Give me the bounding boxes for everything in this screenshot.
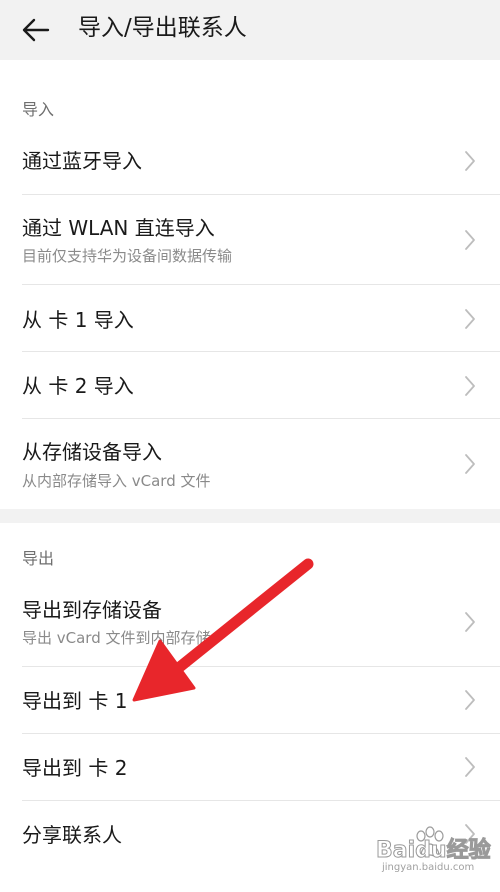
export-sim1-item[interactable]: 导出到 卡 1 xyxy=(0,667,500,733)
item-subtitle: 导出 vCard 文件到内部存储 xyxy=(22,629,211,647)
item-subtitle: 目前仅支持华为设备间数据传输 xyxy=(22,247,233,265)
item-subtitle: 从内部存储导入 vCard 文件 xyxy=(22,472,211,490)
back-button[interactable] xyxy=(18,12,54,48)
watermark-text: Baidu经验 xyxy=(376,838,492,864)
item-title: 分享联系人 xyxy=(22,823,122,847)
item-title: 通过蓝牙导入 xyxy=(22,149,142,173)
item-title: 从 卡 2 导入 xyxy=(22,374,134,398)
export-section-heading: 导出 xyxy=(22,549,55,568)
export-storage-item[interactable]: 导出到存储设备 导出 vCard 文件到内部存储 xyxy=(0,577,500,666)
chevron-right-icon xyxy=(465,612,475,632)
chevron-right-icon xyxy=(465,757,475,777)
item-title: 导出到 卡 2 xyxy=(22,756,128,780)
watermark-url: jingyan.baidu.com xyxy=(382,862,475,873)
item-title: 导出到 卡 1 xyxy=(22,689,128,713)
item-title: 通过 WLAN 直连导入 xyxy=(22,216,215,240)
app-header: 导入/导出联系人 xyxy=(0,0,500,60)
import-storage-item[interactable]: 从存储设备导入 从内部存储导入 vCard 文件 xyxy=(0,419,500,509)
chevron-right-icon xyxy=(465,151,475,171)
export-sim2-item[interactable]: 导出到 卡 2 xyxy=(0,734,500,800)
page-title: 导入/导出联系人 xyxy=(78,15,247,41)
item-title: 从 卡 1 导入 xyxy=(22,308,134,332)
baidu-watermark: Baidu经验 jingyan.baidu.com xyxy=(374,820,491,878)
chevron-right-icon xyxy=(465,690,475,710)
section-gap xyxy=(0,509,500,523)
chevron-right-icon xyxy=(465,454,475,474)
chevron-right-icon xyxy=(465,376,475,396)
import-bluetooth-item[interactable]: 通过蓝牙导入 xyxy=(0,128,500,194)
import-sim1-item[interactable]: 从 卡 1 导入 xyxy=(0,285,500,351)
item-title: 导出到存储设备 xyxy=(22,598,162,622)
import-section-heading: 导入 xyxy=(22,100,55,119)
chevron-right-icon xyxy=(465,230,475,250)
import-sim2-item[interactable]: 从 卡 2 导入 xyxy=(0,352,500,418)
item-title: 从存储设备导入 xyxy=(22,440,162,464)
import-wlan-direct-item[interactable]: 通过 WLAN 直连导入 目前仅支持华为设备间数据传输 xyxy=(0,195,500,284)
arrow-left-icon xyxy=(22,18,50,42)
chevron-right-icon xyxy=(465,309,475,329)
